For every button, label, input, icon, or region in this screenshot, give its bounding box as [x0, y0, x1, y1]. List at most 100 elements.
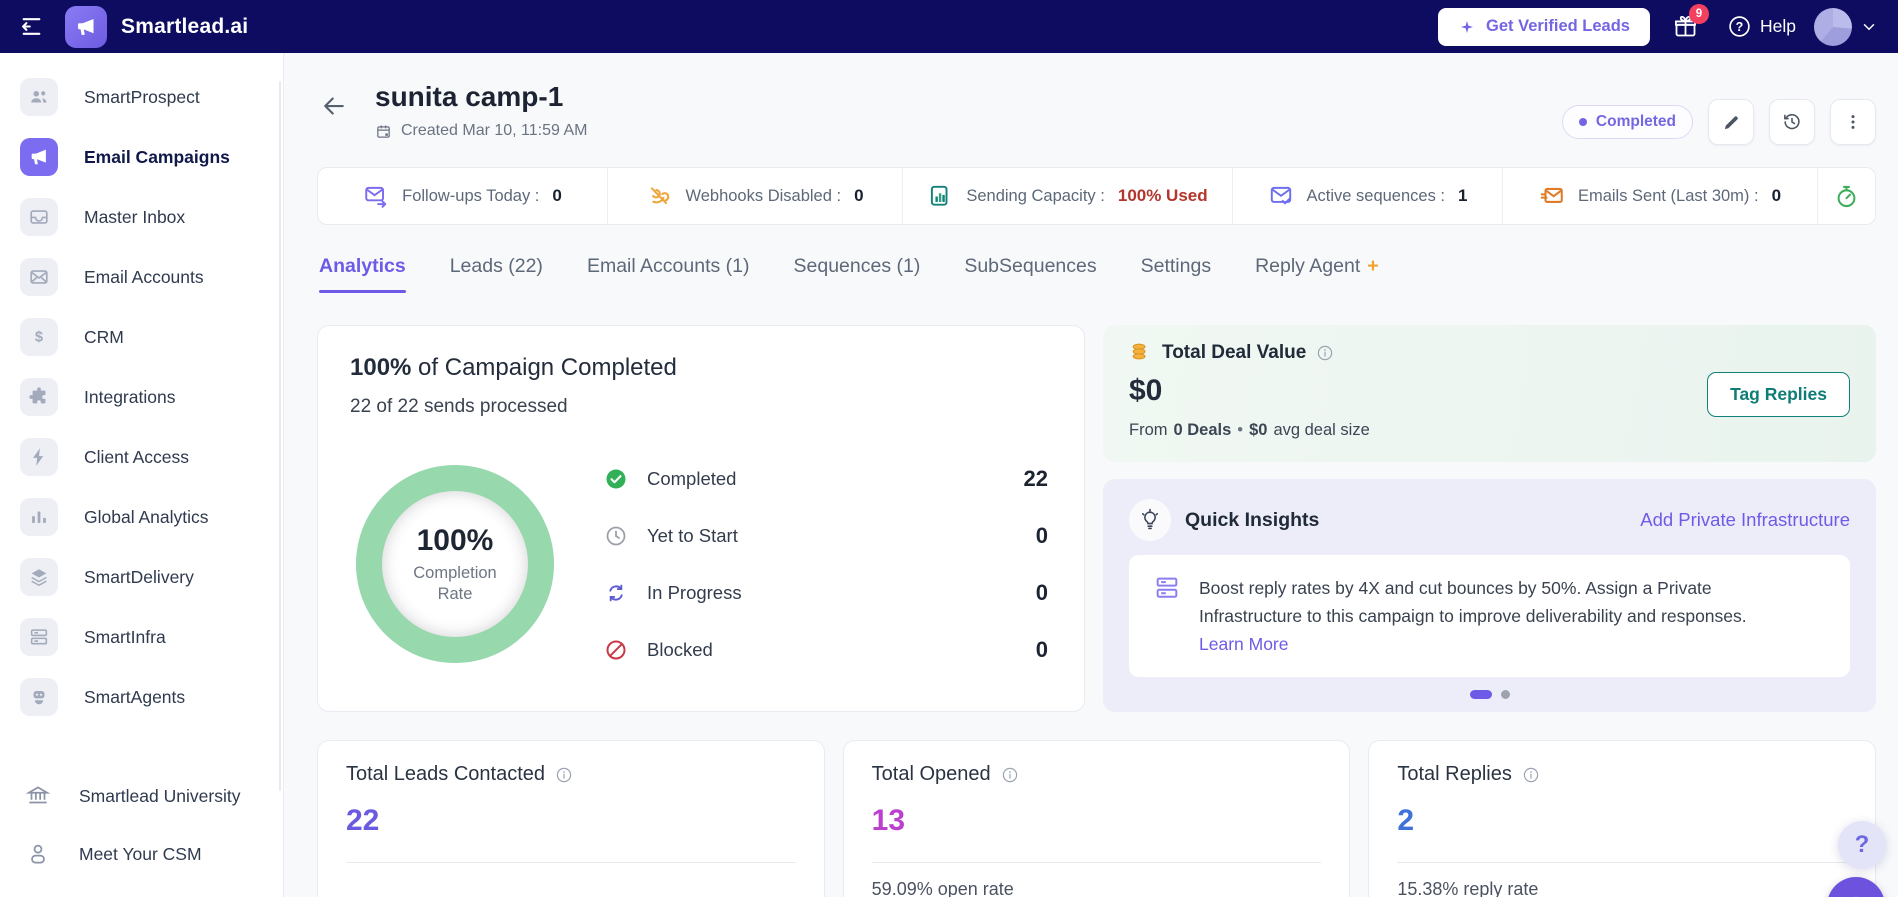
- info-icon[interactable]: [1316, 344, 1334, 362]
- chevron-down-icon[interactable]: [1860, 18, 1878, 36]
- tab-subsequences[interactable]: SubSequences: [964, 255, 1096, 293]
- sidebar-footer: Smartlead University Meet Your CSM: [0, 767, 283, 883]
- stat-sending-capacity: Sending Capacity : 100% Used: [903, 168, 1233, 224]
- tab-email-accounts[interactable]: Email Accounts (1): [587, 255, 750, 293]
- question-mark-icon: ?: [1854, 831, 1870, 858]
- completion-headline: 100% of Campaign Completed: [350, 354, 677, 381]
- insight-item: Boost reply rates by 4X and cut bounces …: [1129, 555, 1850, 677]
- sidebar-item-meet-your-csm[interactable]: Meet Your CSM: [0, 825, 283, 883]
- sidebar-item-smartinfra[interactable]: SmartInfra: [0, 607, 283, 667]
- bolt-icon: [20, 438, 58, 476]
- gift-icon[interactable]: 9: [1672, 4, 1709, 40]
- insight-text: Boost reply rates by 4X and cut bounces …: [1199, 578, 1747, 654]
- metric-title: Total Replies: [1397, 763, 1847, 786]
- sidebar-item-email-accounts[interactable]: Email Accounts: [0, 247, 283, 307]
- sidebar-item-email-campaigns[interactable]: Email Campaigns: [0, 127, 283, 187]
- info-icon[interactable]: [555, 766, 573, 784]
- tab-reply-agent[interactable]: Reply Agent +: [1255, 255, 1379, 293]
- webhook-off-icon: [651, 187, 670, 205]
- kebab-menu-icon: [1851, 115, 1855, 129]
- sidebar-item-crm[interactable]: $ CRM: [0, 307, 283, 367]
- carousel-dot[interactable]: [1500, 690, 1510, 699]
- sync-icon: [602, 581, 630, 605]
- main-content: sunita camp-1 Created Mar 10, 11:59 AM C…: [285, 53, 1898, 897]
- tab-settings[interactable]: Settings: [1141, 255, 1211, 293]
- info-icon[interactable]: [1522, 766, 1540, 784]
- add-private-infrastructure-link[interactable]: Add Private Infrastructure: [1640, 509, 1850, 531]
- stat-timer[interactable]: [1818, 168, 1875, 224]
- divider: [871, 862, 1322, 863]
- total-leads-contacted-card: Total Leads Contacted 22: [317, 740, 825, 897]
- smartlead-logo[interactable]: [65, 5, 107, 48]
- layers-icon: [20, 558, 58, 596]
- sidebar-item-integrations[interactable]: Integrations: [0, 367, 283, 427]
- help-button[interactable]: ? Help: [1727, 14, 1796, 39]
- bar-chart-icon: [20, 498, 58, 536]
- avatar[interactable]: [1814, 7, 1852, 46]
- legend-row-yet-to-start: Yet to Start 0: [602, 507, 1052, 564]
- completion-donut-chart: 100% Completion Rate: [356, 465, 554, 663]
- sidebar: SmartProspect Email Campaigns Master Inb…: [0, 53, 284, 897]
- puzzle-icon: [20, 378, 58, 416]
- more-options-button[interactable]: [1830, 99, 1876, 145]
- created-date: Created Mar 10, 11:59 AM: [401, 122, 588, 139]
- clock-icon: [602, 524, 630, 548]
- tab-leads[interactable]: Leads (22): [450, 255, 543, 293]
- donut-label: Completion Rate: [413, 563, 497, 603]
- metric-title: Total Leads Contacted: [346, 763, 796, 786]
- sidebar-item-smartprospect[interactable]: SmartProspect: [0, 67, 283, 127]
- sidebar-item-smartagents[interactable]: SmartAgents: [0, 667, 283, 727]
- sidebar-item-client-access[interactable]: Client Access: [0, 427, 283, 487]
- megaphone-icon: [20, 138, 58, 176]
- tab-analytics[interactable]: Analytics: [319, 255, 406, 293]
- sidebar-item-global-analytics[interactable]: Global Analytics: [0, 487, 283, 547]
- divider: [1397, 862, 1848, 863]
- tag-replies-button[interactable]: Tag Replies: [1707, 372, 1850, 417]
- stat-webhooks-disabled: Webhooks Disabled : 0: [608, 168, 903, 224]
- total-replies-card: Total Replies 2 15.38% reply rate: [1368, 740, 1877, 897]
- history-button[interactable]: [1769, 99, 1815, 145]
- sparkle-icon: [1855, 896, 1857, 897]
- collapse-sidebar-icon[interactable]: [18, 13, 45, 40]
- deal-card-title: Total Deal Value: [1162, 341, 1307, 363]
- coins-icon: [1132, 343, 1146, 360]
- legend-row-in-progress: In Progress 0: [602, 564, 1052, 621]
- help-circle-icon: ?: [1729, 16, 1750, 37]
- status-dot-icon: [1578, 118, 1587, 126]
- tab-sequences[interactable]: Sequences (1): [794, 255, 921, 293]
- campaign-completion-card: 100% of Campaign Completed 22 of 22 send…: [317, 325, 1085, 712]
- help-fab[interactable]: ?: [1838, 821, 1886, 869]
- history-icon: [1784, 114, 1800, 130]
- sidebar-item-master-inbox[interactable]: Master Inbox: [0, 187, 283, 247]
- carousel-dot-active[interactable]: [1469, 690, 1492, 699]
- info-icon[interactable]: [1001, 766, 1019, 784]
- sidebar-item-smartdelivery[interactable]: SmartDelivery: [0, 547, 283, 607]
- inbox-icon: [20, 198, 58, 236]
- donut-percent: 100%: [416, 523, 494, 557]
- metric-value: 13: [871, 804, 906, 837]
- robot-icon: [20, 678, 58, 716]
- lightbulb-icon: [1129, 499, 1171, 541]
- title-block: sunita camp-1 Created Mar 10, 11:59 AM: [375, 81, 587, 140]
- status-badge: Completed: [1561, 105, 1693, 139]
- dollar-icon: $: [20, 318, 58, 356]
- capacity-chart-icon: [931, 185, 948, 206]
- quick-insights-title: Quick Insights: [1185, 508, 1320, 531]
- check-circle-icon: [602, 467, 630, 491]
- envelope-icon: [20, 258, 58, 296]
- back-button[interactable]: [319, 91, 349, 121]
- stat-emails-sent: Emails Sent (Last 30m) : 0: [1503, 168, 1818, 224]
- sidebar-item-smartlead-university[interactable]: Smartlead University: [0, 767, 283, 825]
- edit-button[interactable]: [1708, 99, 1754, 145]
- stat-active-sequences: Active sequences : 1: [1233, 168, 1503, 224]
- deal-subtext: From 0 Deals • $0 avg deal size: [1129, 421, 1370, 439]
- university-icon: [25, 783, 51, 809]
- learn-more-link[interactable]: Learn More: [1199, 634, 1289, 654]
- metric-value: 2: [1397, 804, 1415, 837]
- sidebar-scrollbar[interactable]: [279, 81, 281, 791]
- get-verified-leads-button[interactable]: Get Verified Leads: [1438, 7, 1650, 46]
- person-icon: [25, 841, 51, 867]
- svg-text:$: $: [35, 330, 43, 346]
- carousel-dots: [1129, 690, 1850, 699]
- metric-title: Total Opened: [872, 763, 1322, 786]
